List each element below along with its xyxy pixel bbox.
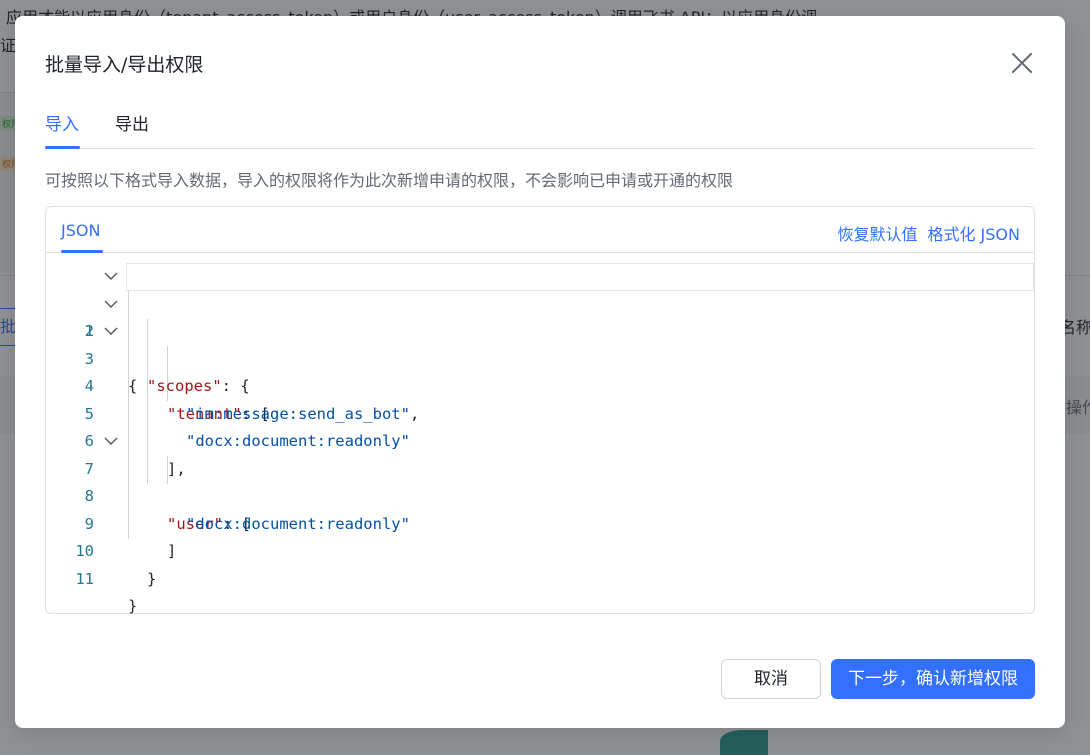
tab-import[interactable]: 导入 <box>45 110 79 135</box>
json-tab-indicator <box>61 250 103 253</box>
editor-header: JSON 恢复默认值 格式化 JSON <box>46 207 1034 253</box>
code-text: } <box>128 597 138 615</box>
chevron-down-icon[interactable] <box>104 326 118 336</box>
code-line[interactable]: 4 "im:message:send_as_bot", <box>46 346 1034 423</box>
dialog-title: 批量导入/导出权限 <box>45 54 204 76</box>
current-line-highlight <box>126 263 1034 291</box>
code-line[interactable]: 9 ] <box>46 483 1034 561</box>
code-line[interactable]: 1 { <box>46 263 1034 395</box>
import-description: 可按照以下格式导入数据，导入的权限将作为此次新增申请的权限，不会影响已申请或开通… <box>45 171 734 190</box>
tab-bar: 导入 导出 <box>45 102 1035 149</box>
code-line[interactable]: 7 "user": [ <box>46 428 1034 533</box>
tab-export[interactable]: 导出 <box>115 110 149 135</box>
confirm-next-button[interactable]: 下一步，确认新增权限 <box>831 659 1035 699</box>
code-line[interactable]: 6 ], <box>46 401 1034 478</box>
json-editor: JSON 恢复默认值 格式化 JSON 1 { 2 "scopes": {3 … <box>45 206 1035 616</box>
chevron-down-icon[interactable] <box>104 436 118 446</box>
editor-actions: 恢复默认值 格式化 JSON <box>837 221 1020 245</box>
code-line[interactable]: 5 "docx:document:readonly" <box>46 373 1034 451</box>
cancel-button[interactable]: 取消 <box>721 659 821 699</box>
code-text: } <box>147 569 157 588</box>
code-line[interactable]: 10 } <box>46 511 1034 588</box>
code-line[interactable]: 2 "scopes": { <box>46 291 1034 395</box>
code-line[interactable]: 8 "docx:document:readonly" <box>46 456 1034 533</box>
line-number: 11 <box>75 569 94 588</box>
chevron-down-icon[interactable] <box>104 299 118 309</box>
chevron-down-icon[interactable] <box>104 271 118 281</box>
reset-default-button[interactable]: 恢复默认值 <box>837 221 917 245</box>
tab-json[interactable]: JSON <box>61 221 100 240</box>
close-icon[interactable] <box>1008 49 1036 77</box>
code-area[interactable]: 1 { 2 "scopes": { 3 "tenant": [ 4 "im:me… <box>46 263 1034 616</box>
batch-permission-dialog: 批量导入/导出权限 导入 导出 可按照以下格式导入数据，导入的权限将作为此次新增… <box>15 16 1065 728</box>
code-line[interactable]: 3 "tenant": [ <box>46 318 1034 423</box>
code-line[interactable]: 11 } <box>46 538 1034 616</box>
active-tab-indicator <box>45 146 80 149</box>
format-json-button[interactable]: 格式化 JSON <box>927 221 1020 245</box>
